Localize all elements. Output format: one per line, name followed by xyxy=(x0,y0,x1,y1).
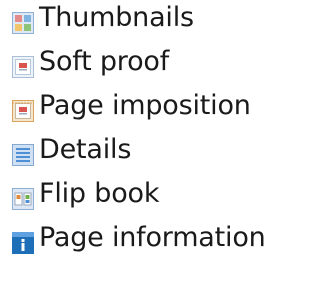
flip-book-icon xyxy=(12,188,34,210)
menu-item-label: Page information xyxy=(39,222,266,253)
view-mode-menu: Thumbnails Soft proof Page imposition De… xyxy=(0,0,289,301)
details-list-icon xyxy=(12,144,34,166)
thumbnails-grid-icon xyxy=(12,12,34,34)
menu-item-thumbnails[interactable]: Thumbnails xyxy=(0,0,289,40)
menu-item-label: Thumbnails xyxy=(39,2,194,33)
menu-item-label: Page imposition xyxy=(39,90,251,121)
soft-proof-page-icon xyxy=(12,56,34,78)
menu-item-details[interactable]: Details xyxy=(0,132,289,172)
menu-item-label: Soft proof xyxy=(39,46,170,77)
menu-item-label: Details xyxy=(39,134,132,165)
menu-item-page-information[interactable]: Page information xyxy=(0,220,289,260)
page-imposition-icon xyxy=(12,100,34,122)
menu-item-soft-proof[interactable]: Soft proof xyxy=(0,44,289,84)
menu-item-label: Flip book xyxy=(39,178,160,209)
menu-item-page-imposition[interactable]: Page imposition xyxy=(0,88,289,128)
page-information-icon xyxy=(12,232,34,254)
menu-item-flip-book[interactable]: Flip book xyxy=(0,176,289,216)
